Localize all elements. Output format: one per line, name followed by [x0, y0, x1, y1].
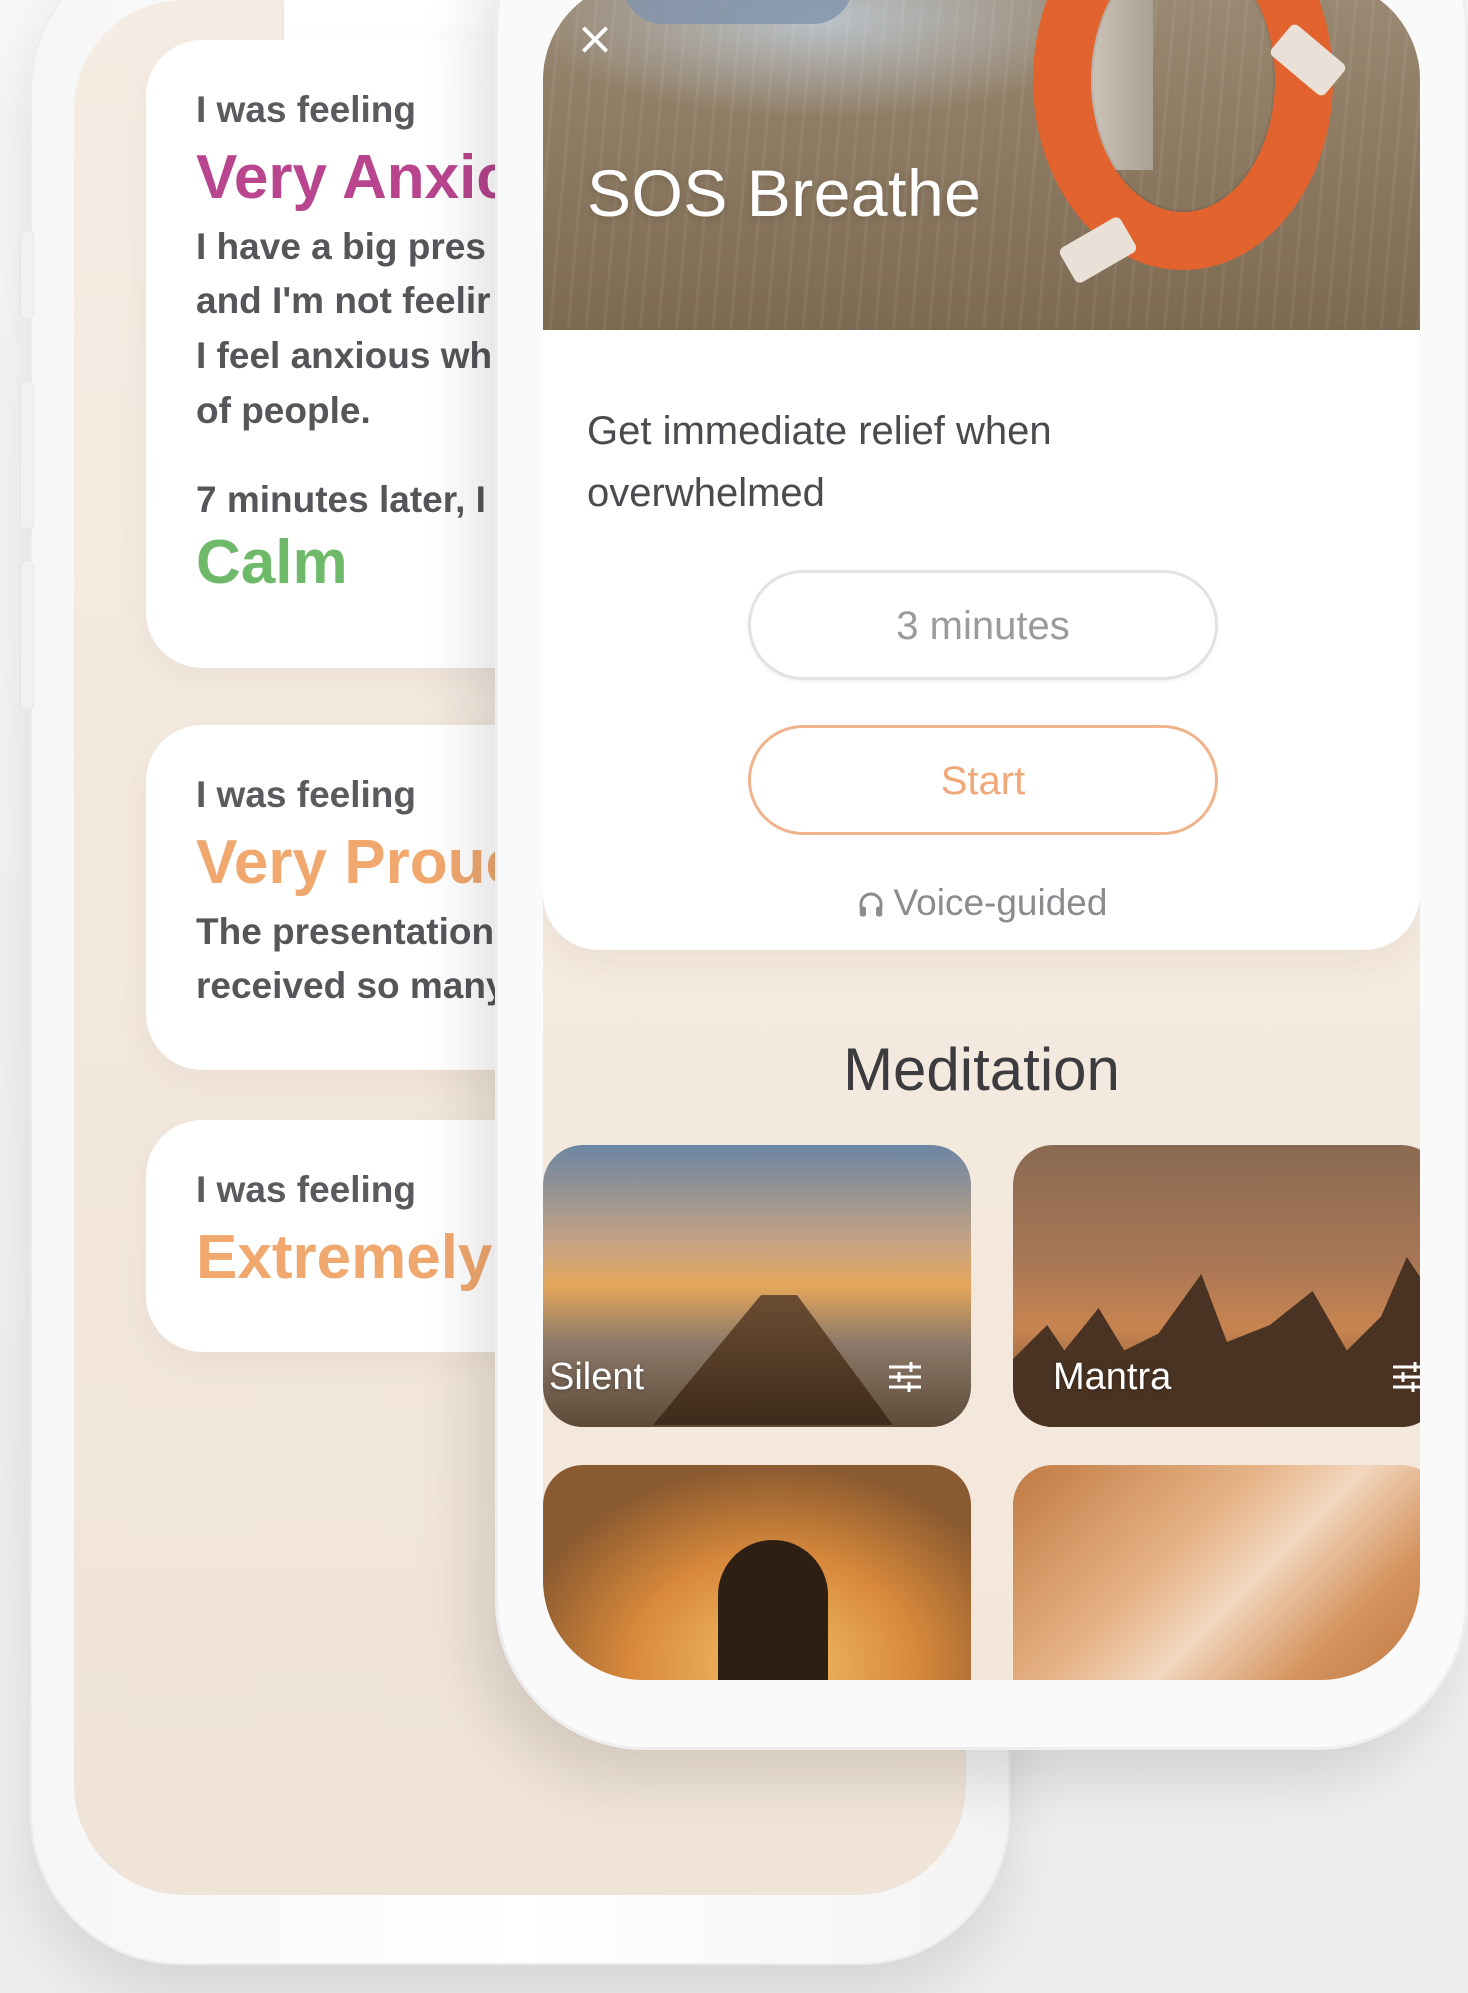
sos-hero-image: × SOS Breathe: [543, 0, 1420, 330]
sos-card: Get immediate relief when overwhelmed 3 …: [543, 330, 1420, 950]
sliders-icon[interactable]: [887, 1361, 923, 1393]
sos-screen: × SOS Breathe Get immediate relief when …: [543, 0, 1420, 1680]
volume-up-button: [20, 380, 34, 530]
tile-label: Mantra: [1053, 1356, 1172, 1398]
tile-label: ight: [549, 1676, 610, 1680]
sky-patch: [623, 0, 853, 24]
headphones-icon: [859, 892, 883, 917]
start-button[interactable]: Start: [748, 725, 1218, 835]
person-silhouette: [718, 1540, 828, 1680]
close-icon[interactable]: ×: [575, 15, 615, 61]
volume-down-button: [20, 560, 34, 710]
tile-label: Silent: [549, 1356, 645, 1398]
temples-image: [1013, 1257, 1420, 1427]
front-phone: × SOS Breathe Get immediate relief when …: [495, 0, 1468, 1750]
duration-button[interactable]: 3 minutes: [748, 570, 1218, 680]
sos-description: Get immediate relief when overwhelmed: [587, 409, 1052, 515]
voice-guided-label: Voice-guided: [893, 882, 1108, 923]
meditation-tile-sand[interactable]: [1013, 1465, 1420, 1680]
voice-guided-indicator: Voice-guided: [543, 882, 1420, 924]
side-button: [20, 230, 34, 320]
meditation-tile-silent[interactable]: Silent: [543, 1145, 971, 1427]
pier-image: [653, 1295, 893, 1425]
meditation-tile-mantra[interactable]: Mantra: [1013, 1145, 1420, 1427]
sos-title: SOS Breathe: [587, 156, 982, 230]
meditation-tile-night[interactable]: ight: [543, 1465, 971, 1680]
meditation-title: Meditation: [843, 1036, 1120, 1103]
sliders-icon[interactable]: [1391, 1361, 1420, 1393]
